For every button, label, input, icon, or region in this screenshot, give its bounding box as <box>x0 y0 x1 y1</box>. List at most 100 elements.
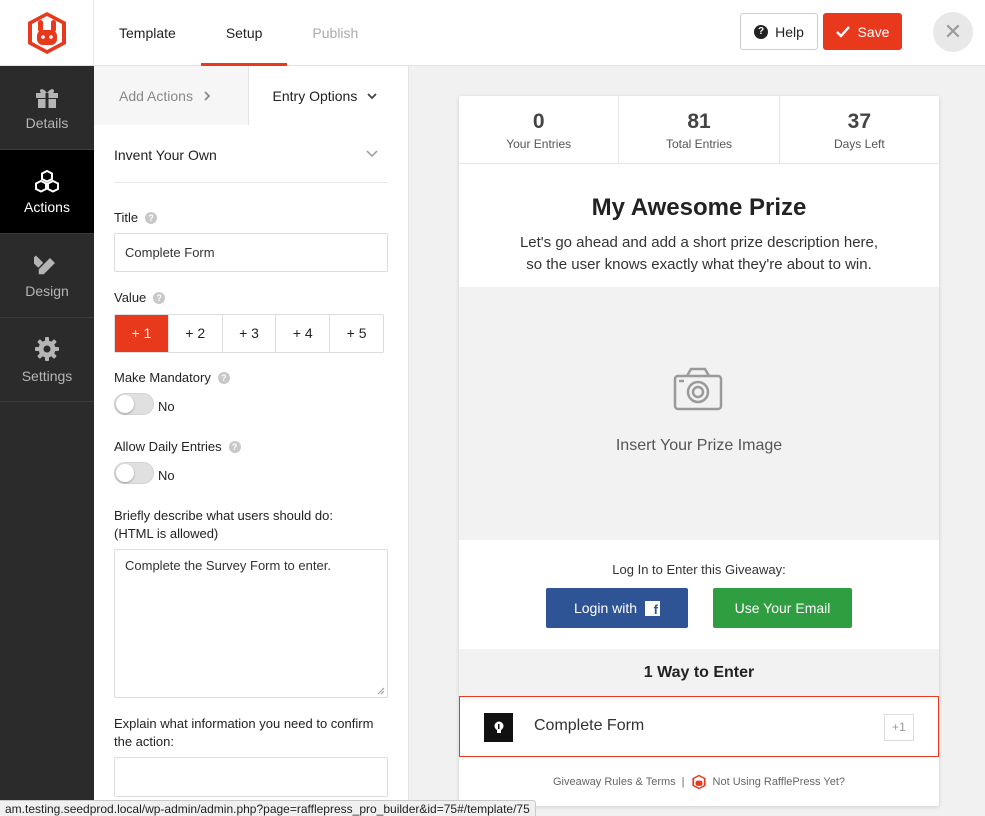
describe-label-line: (HTML is allowed) <box>114 526 219 541</box>
stat-caption: Days Left <box>833 137 885 151</box>
sidebar-item-details[interactable]: Details <box>0 66 94 150</box>
checkmark-icon <box>835 25 850 38</box>
stats-bar: 0 Your Entries 81 Total Entries 37 Days … <box>459 96 939 164</box>
camera-icon <box>673 367 723 411</box>
daily-entries-state: No <box>158 468 175 483</box>
value-option-4[interactable]: + 4 <box>276 315 331 352</box>
value-option-5[interactable]: + 5 <box>330 315 383 352</box>
stat-days-left: 37 Days Left <box>780 96 939 163</box>
mandatory-toggle[interactable] <box>114 393 154 415</box>
confirm-label: Explain what information you need to con… <box>114 715 394 751</box>
prize-title[interactable]: My Awesome Prize <box>459 194 939 222</box>
describe-textarea[interactable]: Complete the Survey Form to enter. <box>114 549 388 698</box>
help-tooltip-icon[interactable]: ? <box>228 440 241 453</box>
sidebar-item-label: Details <box>25 114 69 131</box>
use-email-button[interactable]: Use Your Email <box>713 588 852 628</box>
stat-value: 81 <box>687 110 711 133</box>
top-bar: Template Setup Publish ? Help Save ✕ <box>0 0 985 66</box>
confirm-input[interactable] <box>114 757 388 797</box>
sidebar-item-label: Design <box>25 282 69 299</box>
title-label: Title ? <box>114 210 158 225</box>
title-input[interactable]: Complete Form <box>114 233 388 272</box>
sidebar-item-label: Settings <box>21 367 73 384</box>
rabbit-logo-icon <box>27 12 66 54</box>
cubes-icon <box>35 169 59 193</box>
entry-title: Complete Form <box>534 717 645 734</box>
gift-icon <box>36 88 58 108</box>
stat-value: 37 <box>847 110 871 133</box>
entry-action-row[interactable]: Complete Form +1 <box>459 696 939 757</box>
chevron-right-icon <box>204 90 211 101</box>
value-option-1[interactable]: + 1 <box>115 315 169 352</box>
footer-separator: | <box>681 776 685 788</box>
question-icon: ? <box>754 24 769 39</box>
sidebar-item-actions[interactable]: Actions <box>0 150 94 234</box>
prize-description-line: Let's go ahead and add a short prize des… <box>519 234 879 251</box>
save-button[interactable]: Save <box>823 13 902 50</box>
main-tabs: Template Setup Publish <box>94 0 383 66</box>
stat-caption: Total Entries <box>665 137 732 151</box>
help-tooltip-icon[interactable]: ? <box>145 211 158 224</box>
lightbulb-icon <box>484 713 513 742</box>
left-sidebar: Details Actions Design Settings <box>0 66 94 816</box>
section-title: Invent Your Own <box>114 147 217 163</box>
tab-template[interactable]: Template <box>94 0 201 66</box>
facebook-login-button[interactable]: Login with f <box>546 588 688 628</box>
daily-entries-label-text: Allow Daily Entries <box>114 439 222 454</box>
help-button[interactable]: ? Help <box>740 13 818 50</box>
section-header[interactable]: Invent Your Own <box>114 142 388 183</box>
promo-link[interactable]: Not Using RafflePress Yet? <box>713 776 845 788</box>
help-tooltip-icon[interactable]: ? <box>153 291 166 304</box>
confirm-label-line: Explain what information you need to con… <box>114 716 374 731</box>
tab-entry-options[interactable]: Entry Options <box>248 66 408 125</box>
value-option-2[interactable]: + 2 <box>169 315 223 352</box>
stat-total-entries: 81 Total Entries <box>619 96 780 163</box>
facebook-login-label: Login with <box>573 600 638 616</box>
describe-label-line: Briefly describe what users should do: <box>114 508 333 523</box>
daily-entries-label: Allow Daily Entries ? <box>114 439 241 454</box>
mandatory-label-text: Make Mandatory <box>114 370 211 385</box>
prize-description[interactable]: Let's go ahead and add a short prize des… <box>489 232 909 276</box>
sidebar-item-design[interactable]: Design <box>0 234 94 318</box>
entry-value-badge: +1 <box>884 714 914 741</box>
describe-label: Briefly describe what users should do: (… <box>114 507 394 543</box>
rabbit-logo-icon <box>691 774 706 790</box>
chevron-down-icon <box>366 150 378 158</box>
mandatory-label: Make Mandatory ? <box>114 370 230 385</box>
value-selector: + 1 + 2 + 3 + 4 + 5 <box>114 314 384 353</box>
confirm-label-line: the action: <box>114 734 174 749</box>
close-button[interactable]: ✕ <box>933 12 973 52</box>
help-label: Help <box>775 23 804 40</box>
subtab-label: Entry Options <box>272 87 358 104</box>
daily-entries-toggle[interactable] <box>114 462 154 484</box>
value-option-3[interactable]: + 3 <box>223 315 277 352</box>
stat-your-entries: 0 Your Entries <box>459 96 620 163</box>
pencil-ruler-icon <box>34 254 58 276</box>
browser-status-url: am.testing.seedprod.local/wp-admin/admin… <box>0 800 536 816</box>
value-label-text: Value <box>114 290 147 305</box>
prize-description-line: so the user knows exactly what they're a… <box>526 256 872 273</box>
rules-link[interactable]: Giveaway Rules & Terms <box>553 776 676 788</box>
mandatory-state: No <box>158 399 175 414</box>
resize-handle-icon[interactable] <box>377 687 385 695</box>
tab-add-actions[interactable]: Add Actions <box>94 66 249 125</box>
insert-image-text: Insert Your Prize Image <box>615 437 783 454</box>
tab-setup[interactable]: Setup <box>200 0 288 66</box>
help-tooltip-icon[interactable]: ? <box>217 371 230 384</box>
facebook-icon: f <box>645 600 661 617</box>
title-label-text: Title <box>114 210 139 225</box>
prize-image-placeholder[interactable]: Insert Your Prize Image <box>459 287 939 540</box>
panel-subtabs: Add Actions Entry Options <box>94 66 408 125</box>
gear-icon <box>35 336 59 361</box>
giveaway-preview: 0 Your Entries 81 Total Entries 37 Days … <box>459 96 939 806</box>
save-label: Save <box>857 23 890 40</box>
sidebar-item-label: Actions <box>24 198 70 215</box>
chevron-down-icon <box>367 92 377 99</box>
value-label: Value ? <box>114 290 166 305</box>
stat-caption: Your Entries <box>506 137 572 151</box>
sidebar-item-settings[interactable]: Settings <box>0 318 94 402</box>
rafflepress-logo[interactable] <box>0 0 94 66</box>
preview-footer: Giveaway Rules & Terms | Not Using Raffl… <box>459 774 939 790</box>
tab-publish[interactable]: Publish <box>287 0 383 66</box>
describe-text: Complete the Survey Form to enter. <box>125 558 331 573</box>
